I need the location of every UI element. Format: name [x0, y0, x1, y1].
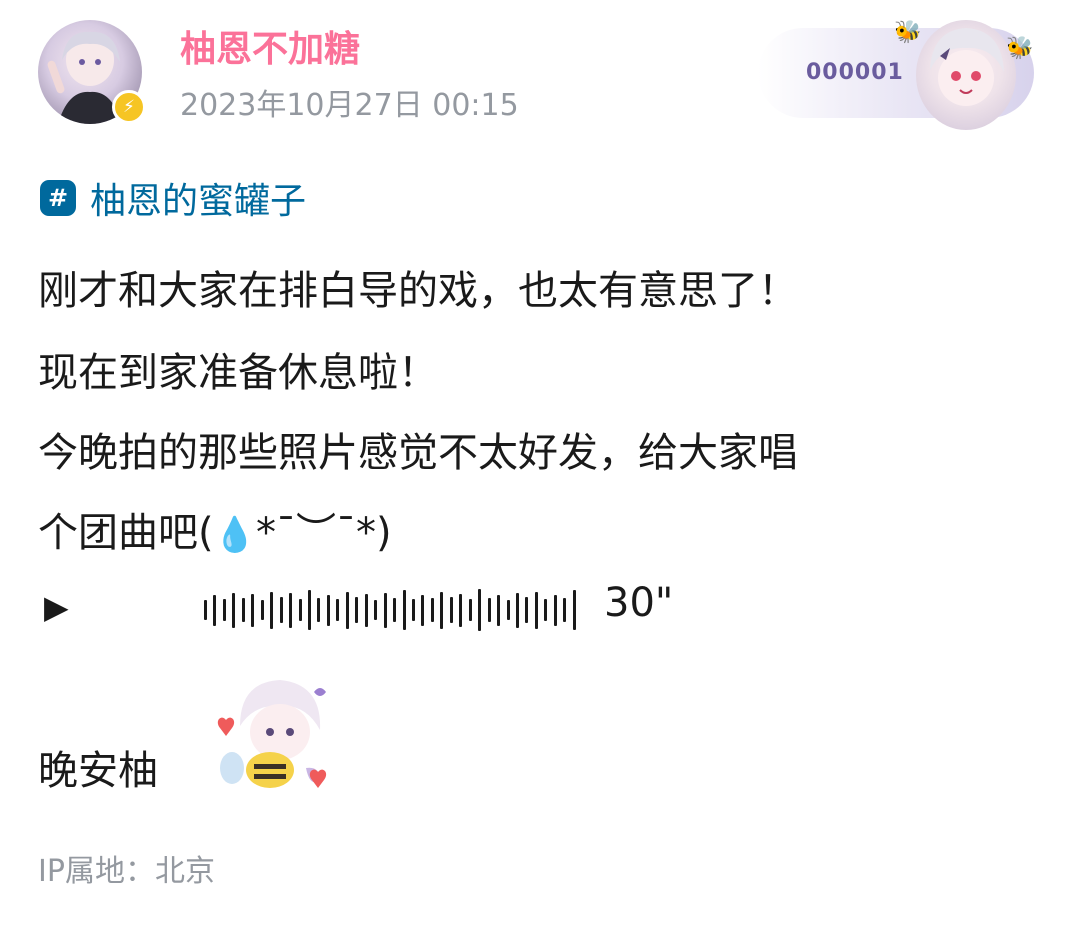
waveform-bar [497, 594, 501, 626]
content-line-4: 个团曲吧(💧*¯︶¯*) [38, 500, 392, 558]
ip-location: IP属地：北京 [38, 854, 215, 889]
waveform-bar [487, 598, 491, 622]
waveform-bar [317, 598, 321, 622]
content-line-2: 现在到家准备休息啦！ [38, 350, 438, 396]
waveform-bar [478, 589, 482, 631]
waveform-bar [506, 600, 510, 620]
waveform-bar [572, 590, 576, 630]
waveform-bar [393, 598, 397, 622]
closing-row: 晚安柚 [38, 670, 438, 800]
waveform-bar [553, 594, 557, 626]
voice-message[interactable]: ▶ 30" [44, 580, 684, 640]
play-icon[interactable]: ▶ [44, 588, 69, 626]
waveform-bar [355, 597, 359, 623]
waveform-bar [515, 592, 519, 628]
fan-card-number: 000001 [806, 60, 904, 85]
waveform-bar [411, 599, 415, 621]
waveform-bar [251, 593, 255, 627]
bee-icon: 🐝 [894, 20, 922, 45]
waveform-bar [241, 598, 245, 622]
waveform-bar [260, 600, 264, 620]
waveform-bar [525, 597, 529, 623]
content-line-3: 今晚拍的那些照片感觉不太好发，给大家唱 [38, 430, 798, 476]
anime-girl-sticker-icon [916, 20, 1016, 130]
waveform-bar [336, 599, 340, 621]
bee-hug-sticker-icon [210, 670, 338, 798]
waveform-bar [345, 591, 349, 629]
voice-duration: 30" [604, 580, 674, 626]
waveform-bar [326, 594, 330, 626]
waveform-bar [468, 599, 472, 621]
waveform-bar [289, 592, 293, 628]
voice-waveform [204, 588, 576, 632]
waveform-bar [232, 592, 236, 628]
waveform-bar [402, 590, 406, 630]
waveform-bar [430, 598, 434, 622]
content-line-4-text: 个团曲吧( [38, 510, 214, 556]
fan-card-sticker-art [930, 28, 1004, 106]
waveform-bar [563, 598, 567, 622]
waveform-bar [270, 591, 274, 629]
content-line-1: 刚才和大家在排白导的戏，也太有意思了！ [38, 268, 798, 314]
waveform-bar [204, 600, 207, 620]
lightning-icon: ⚡ [112, 90, 146, 124]
droplet-icon: 💧 [213, 515, 256, 555]
waveform-bar [421, 594, 425, 626]
bee-icon: 🐝 [1006, 36, 1034, 61]
closing-text: 晚安柚 [38, 748, 158, 794]
waveform-bar [364, 593, 368, 627]
waveform-bar [383, 592, 387, 628]
waveform-bar [449, 597, 453, 623]
waveform-bar [279, 597, 283, 623]
waveform-bar [544, 599, 548, 621]
waveform-bar [459, 593, 463, 627]
closing-sticker-art [217, 680, 327, 788]
topic-label: 柚恩的蜜罐子 [90, 181, 307, 222]
author-name[interactable]: 柚恩不加糖 [180, 20, 360, 72]
post-header: ⚡ 柚恩不加糖 2023年10月27日 00:15 000001 🐝 🐝 [0, 0, 1080, 140]
topic-tag[interactable]: # 柚恩的蜜罐子 [40, 168, 306, 228]
waveform-bar [440, 591, 444, 629]
waveform-bar [374, 600, 378, 620]
waveform-bar [222, 599, 226, 621]
waveform-bar [307, 590, 311, 630]
kaomoji-tail: *¯︶¯*) [255, 510, 392, 556]
waveform-bar [534, 591, 538, 629]
post-timestamp: 2023年10月27日 00:15 [180, 88, 519, 123]
waveform-bar [213, 594, 217, 626]
hashtag-icon: # [40, 180, 76, 216]
waveform-bar [298, 599, 302, 621]
